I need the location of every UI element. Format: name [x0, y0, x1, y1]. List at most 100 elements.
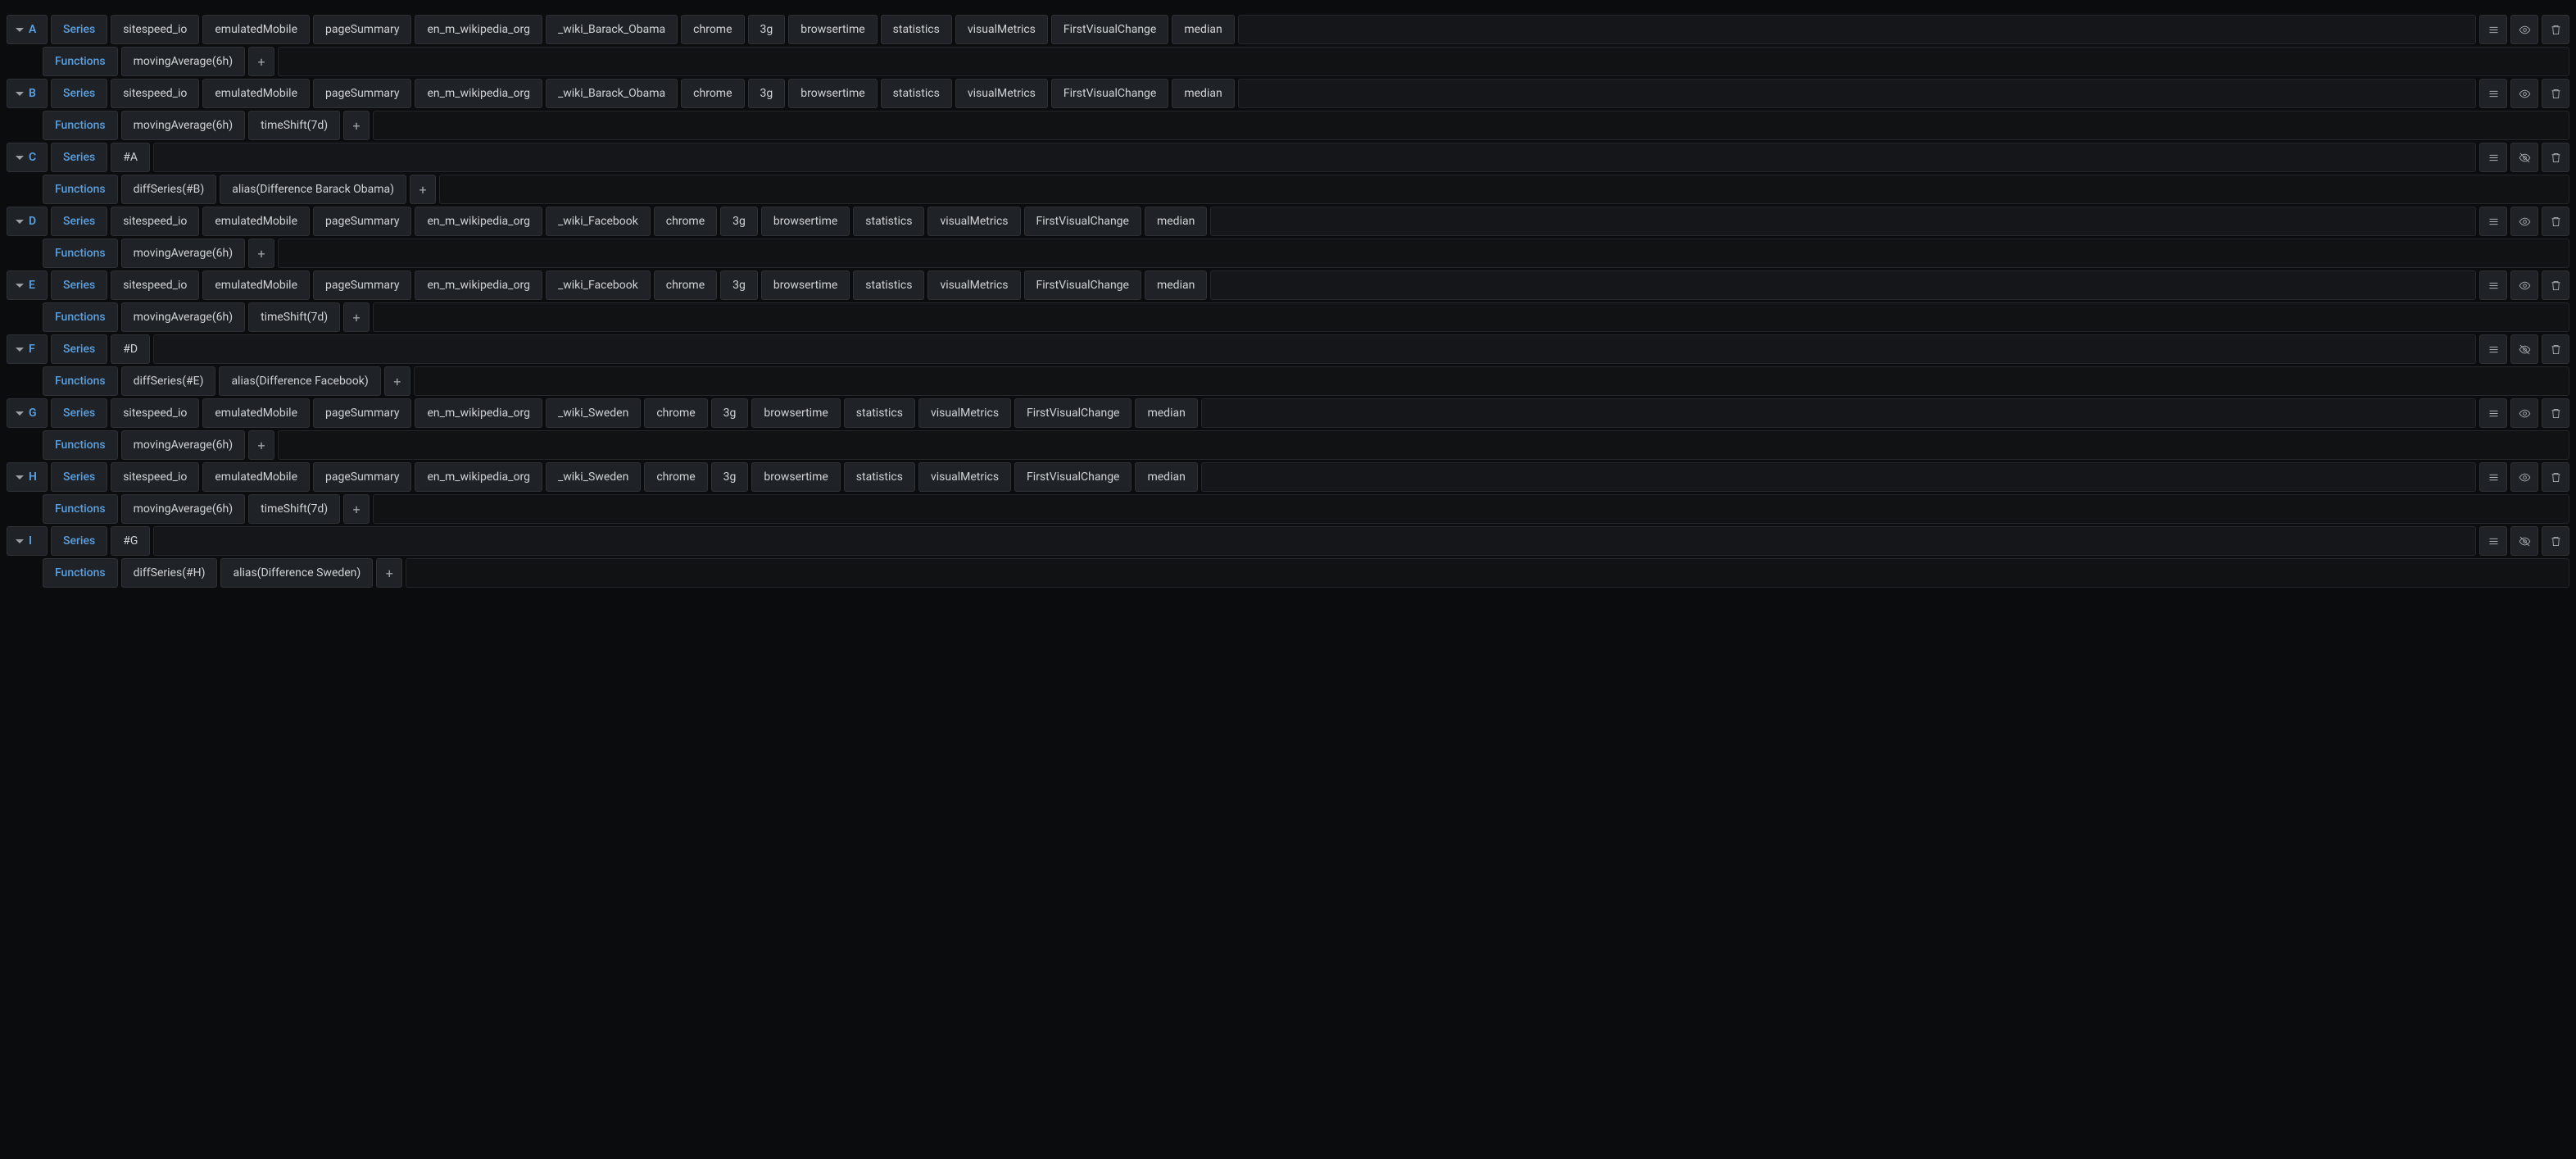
series-segment[interactable]: FirstVisualChange [1014, 398, 1132, 428]
collapse-toggle[interactable]: A [7, 15, 48, 44]
series-segment[interactable]: browsertime [788, 15, 877, 44]
series-label[interactable]: Series [51, 462, 107, 492]
series-segment[interactable]: 3g [720, 207, 758, 236]
series-segment[interactable]: emulatedMobile [202, 270, 310, 300]
delete-query-button[interactable] [2542, 334, 2569, 364]
collapse-toggle[interactable]: C [7, 143, 48, 172]
add-function-button[interactable]: + [248, 430, 274, 460]
series-segment[interactable]: emulatedMobile [202, 79, 310, 108]
series-segment[interactable]: _wiki_Barack_Obama [546, 15, 678, 44]
function-token[interactable]: alias(Difference Facebook) [219, 366, 380, 396]
collapse-toggle[interactable]: F [7, 334, 48, 364]
functions-label[interactable]: Functions [43, 47, 118, 76]
reorder-button[interactable] [2479, 398, 2507, 428]
series-segment[interactable]: statistics [853, 270, 924, 300]
series-label[interactable]: Series [51, 143, 107, 172]
functions-label[interactable]: Functions [43, 175, 118, 204]
delete-query-button[interactable] [2542, 526, 2569, 556]
series-segment[interactable]: browsertime [761, 207, 850, 236]
reorder-button[interactable] [2479, 334, 2507, 364]
series-segment[interactable]: visualMetrics [955, 79, 1048, 108]
functions-label[interactable]: Functions [43, 366, 118, 396]
series-segment[interactable]: pageSummary [313, 15, 411, 44]
series-segment[interactable]: browsertime [788, 79, 877, 108]
series-segment[interactable]: chrome [681, 79, 744, 108]
series-segment[interactable]: chrome [644, 398, 707, 428]
functions-label[interactable]: Functions [43, 494, 118, 524]
series-segment[interactable]: sitespeed_io [111, 79, 199, 108]
series-segment[interactable]: visualMetrics [927, 270, 1020, 300]
reorder-button[interactable] [2479, 526, 2507, 556]
add-function-button[interactable]: + [384, 366, 410, 396]
toggle-visibility-button[interactable] [2510, 270, 2538, 300]
function-token[interactable]: timeShift(7d) [248, 494, 340, 524]
functions-label[interactable]: Functions [43, 558, 118, 588]
add-function-button[interactable]: + [343, 302, 370, 332]
series-segment[interactable]: FirstVisualChange [1051, 15, 1168, 44]
series-segment[interactable]: 3g [711, 398, 749, 428]
series-segment[interactable]: statistics [853, 207, 924, 236]
function-token[interactable]: movingAverage(6h) [121, 47, 245, 76]
series-segment[interactable]: sitespeed_io [111, 207, 199, 236]
series-segment[interactable]: median [1172, 79, 1234, 108]
series-ref[interactable]: #D [111, 334, 150, 364]
series-segment[interactable]: _wiki_Barack_Obama [546, 79, 678, 108]
series-segment[interactable]: statistics [881, 15, 952, 44]
series-segment[interactable]: median [1172, 15, 1234, 44]
delete-query-button[interactable] [2542, 143, 2569, 172]
series-segment[interactable]: median [1145, 270, 1207, 300]
collapse-toggle[interactable]: G [7, 398, 48, 428]
series-segment[interactable]: chrome [681, 15, 744, 44]
series-segment[interactable]: 3g [748, 15, 786, 44]
series-segment[interactable]: en_m_wikipedia_org [415, 270, 542, 300]
functions-label[interactable]: Functions [43, 239, 118, 268]
delete-query-button[interactable] [2542, 15, 2569, 44]
toggle-visibility-button[interactable] [2510, 15, 2538, 44]
series-label[interactable]: Series [51, 398, 107, 428]
delete-query-button[interactable] [2542, 462, 2569, 492]
series-segment[interactable]: sitespeed_io [111, 270, 199, 300]
series-segment[interactable]: 3g [711, 462, 749, 492]
series-segment[interactable]: emulatedMobile [202, 15, 310, 44]
delete-query-button[interactable] [2542, 207, 2569, 236]
toggle-visibility-button[interactable] [2510, 79, 2538, 108]
series-label[interactable]: Series [51, 270, 107, 300]
functions-label[interactable]: Functions [43, 430, 118, 460]
series-segment[interactable]: visualMetrics [918, 462, 1011, 492]
reorder-button[interactable] [2479, 207, 2507, 236]
series-segment[interactable]: _wiki_Facebook [546, 207, 651, 236]
function-token[interactable]: alias(Difference Barack Obama) [220, 175, 406, 204]
series-segment[interactable]: chrome [644, 462, 707, 492]
series-segment[interactable]: FirstVisualChange [1051, 79, 1168, 108]
add-function-button[interactable]: + [248, 239, 274, 268]
reorder-button[interactable] [2479, 15, 2507, 44]
reorder-button[interactable] [2479, 270, 2507, 300]
series-label[interactable]: Series [51, 207, 107, 236]
series-label[interactable]: Series [51, 526, 107, 556]
series-segment[interactable]: FirstVisualChange [1024, 270, 1141, 300]
series-segment[interactable]: _wiki_Sweden [546, 398, 641, 428]
series-segment[interactable]: chrome [654, 270, 717, 300]
series-segment[interactable]: en_m_wikipedia_org [415, 207, 542, 236]
series-segment[interactable]: chrome [654, 207, 717, 236]
series-ref[interactable]: #A [111, 143, 150, 172]
series-segment[interactable]: pageSummary [313, 270, 411, 300]
series-segment[interactable]: visualMetrics [918, 398, 1011, 428]
function-token[interactable]: timeShift(7d) [248, 302, 340, 332]
series-segment[interactable]: 3g [720, 270, 758, 300]
series-segment[interactable]: pageSummary [313, 462, 411, 492]
delete-query-button[interactable] [2542, 398, 2569, 428]
function-token[interactable]: diffSeries(#H) [121, 558, 218, 588]
series-segment[interactable]: sitespeed_io [111, 398, 199, 428]
series-segment[interactable]: emulatedMobile [202, 398, 310, 428]
series-segment[interactable]: browsertime [761, 270, 850, 300]
function-token[interactable]: alias(Difference Sweden) [220, 558, 373, 588]
series-segment[interactable]: en_m_wikipedia_org [415, 462, 542, 492]
series-label[interactable]: Series [51, 15, 107, 44]
reorder-button[interactable] [2479, 462, 2507, 492]
function-token[interactable]: movingAverage(6h) [121, 430, 245, 460]
reorder-button[interactable] [2479, 79, 2507, 108]
series-segment[interactable]: visualMetrics [927, 207, 1020, 236]
series-segment[interactable]: _wiki_Facebook [546, 270, 651, 300]
series-segment[interactable]: sitespeed_io [111, 462, 199, 492]
